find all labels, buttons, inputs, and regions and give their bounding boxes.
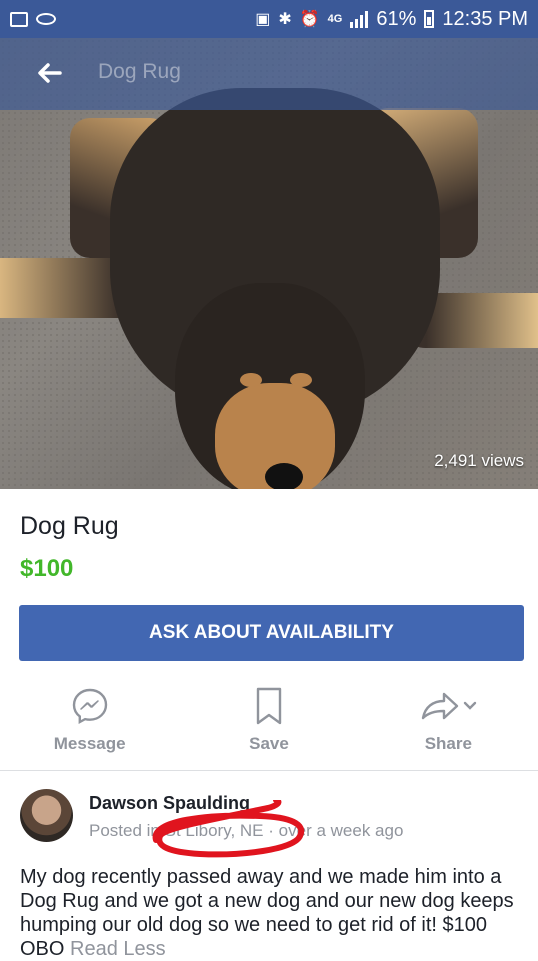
dog-nose — [265, 463, 303, 489]
posted-info: Posted in St Libory, NE · over a week ag… — [89, 821, 403, 841]
bluetooth-icon: ✱ — [278, 11, 292, 28]
view-count: 2,491 views — [434, 451, 524, 470]
bookmark-icon — [256, 687, 282, 725]
listing-description: My dog recently passed away and we made … — [20, 865, 525, 961]
save-label: Save — [249, 734, 289, 753]
app-header — [0, 38, 538, 110]
header-title: Dog Rug — [98, 60, 181, 83]
share-label: Share — [424, 734, 472, 753]
chevron-down-icon — [464, 701, 477, 710]
battery-icon — [424, 10, 435, 28]
status-bar: ▣ ✱ ⏰ 4G 61% 12:35 PM — [0, 0, 538, 38]
listing-photo[interactable]: Dog Rug 2,491 views — [0, 38, 538, 489]
dog-eyebrow-left — [240, 373, 262, 387]
signal-icon — [350, 10, 369, 28]
message-label: Message — [53, 734, 126, 753]
ask-availability-button[interactable]: ASK ABOUT AVAILABILITY — [19, 605, 524, 661]
dog-eyebrow-right — [290, 373, 312, 387]
network-type: 4G — [327, 13, 343, 25]
message-button[interactable]: Message — [0, 676, 179, 768]
listing-title: Dog Rug — [20, 512, 119, 540]
listing-price: $100 — [20, 555, 74, 582]
lock-icon: ▣ — [255, 11, 271, 28]
divider — [0, 770, 538, 771]
seller-avatar[interactable] — [20, 789, 73, 842]
back-arrow-icon[interactable] — [34, 58, 64, 88]
action-bar: Message Save Share — [0, 676, 538, 768]
save-button[interactable]: Save — [179, 676, 358, 768]
share-icon — [422, 692, 477, 720]
alarm-icon: ⏰ — [299, 11, 320, 28]
posted-separator: · — [268, 821, 274, 840]
share-button[interactable]: Share — [359, 676, 538, 768]
posted-prefix: Posted in — [89, 821, 160, 840]
posted-time: over a week ago — [278, 821, 404, 840]
clock: 12:35 PM — [442, 7, 528, 30]
battery-percent: 61% — [376, 7, 417, 30]
gallery-notification-icon — [10, 11, 28, 27]
eye-notification-icon — [36, 13, 56, 25]
messenger-icon — [72, 688, 107, 725]
read-less-link[interactable]: Read Less — [70, 938, 166, 960]
seller-name[interactable]: Dawson Spaulding — [89, 793, 250, 814]
posted-location[interactable]: St Libory, NE — [165, 821, 264, 840]
